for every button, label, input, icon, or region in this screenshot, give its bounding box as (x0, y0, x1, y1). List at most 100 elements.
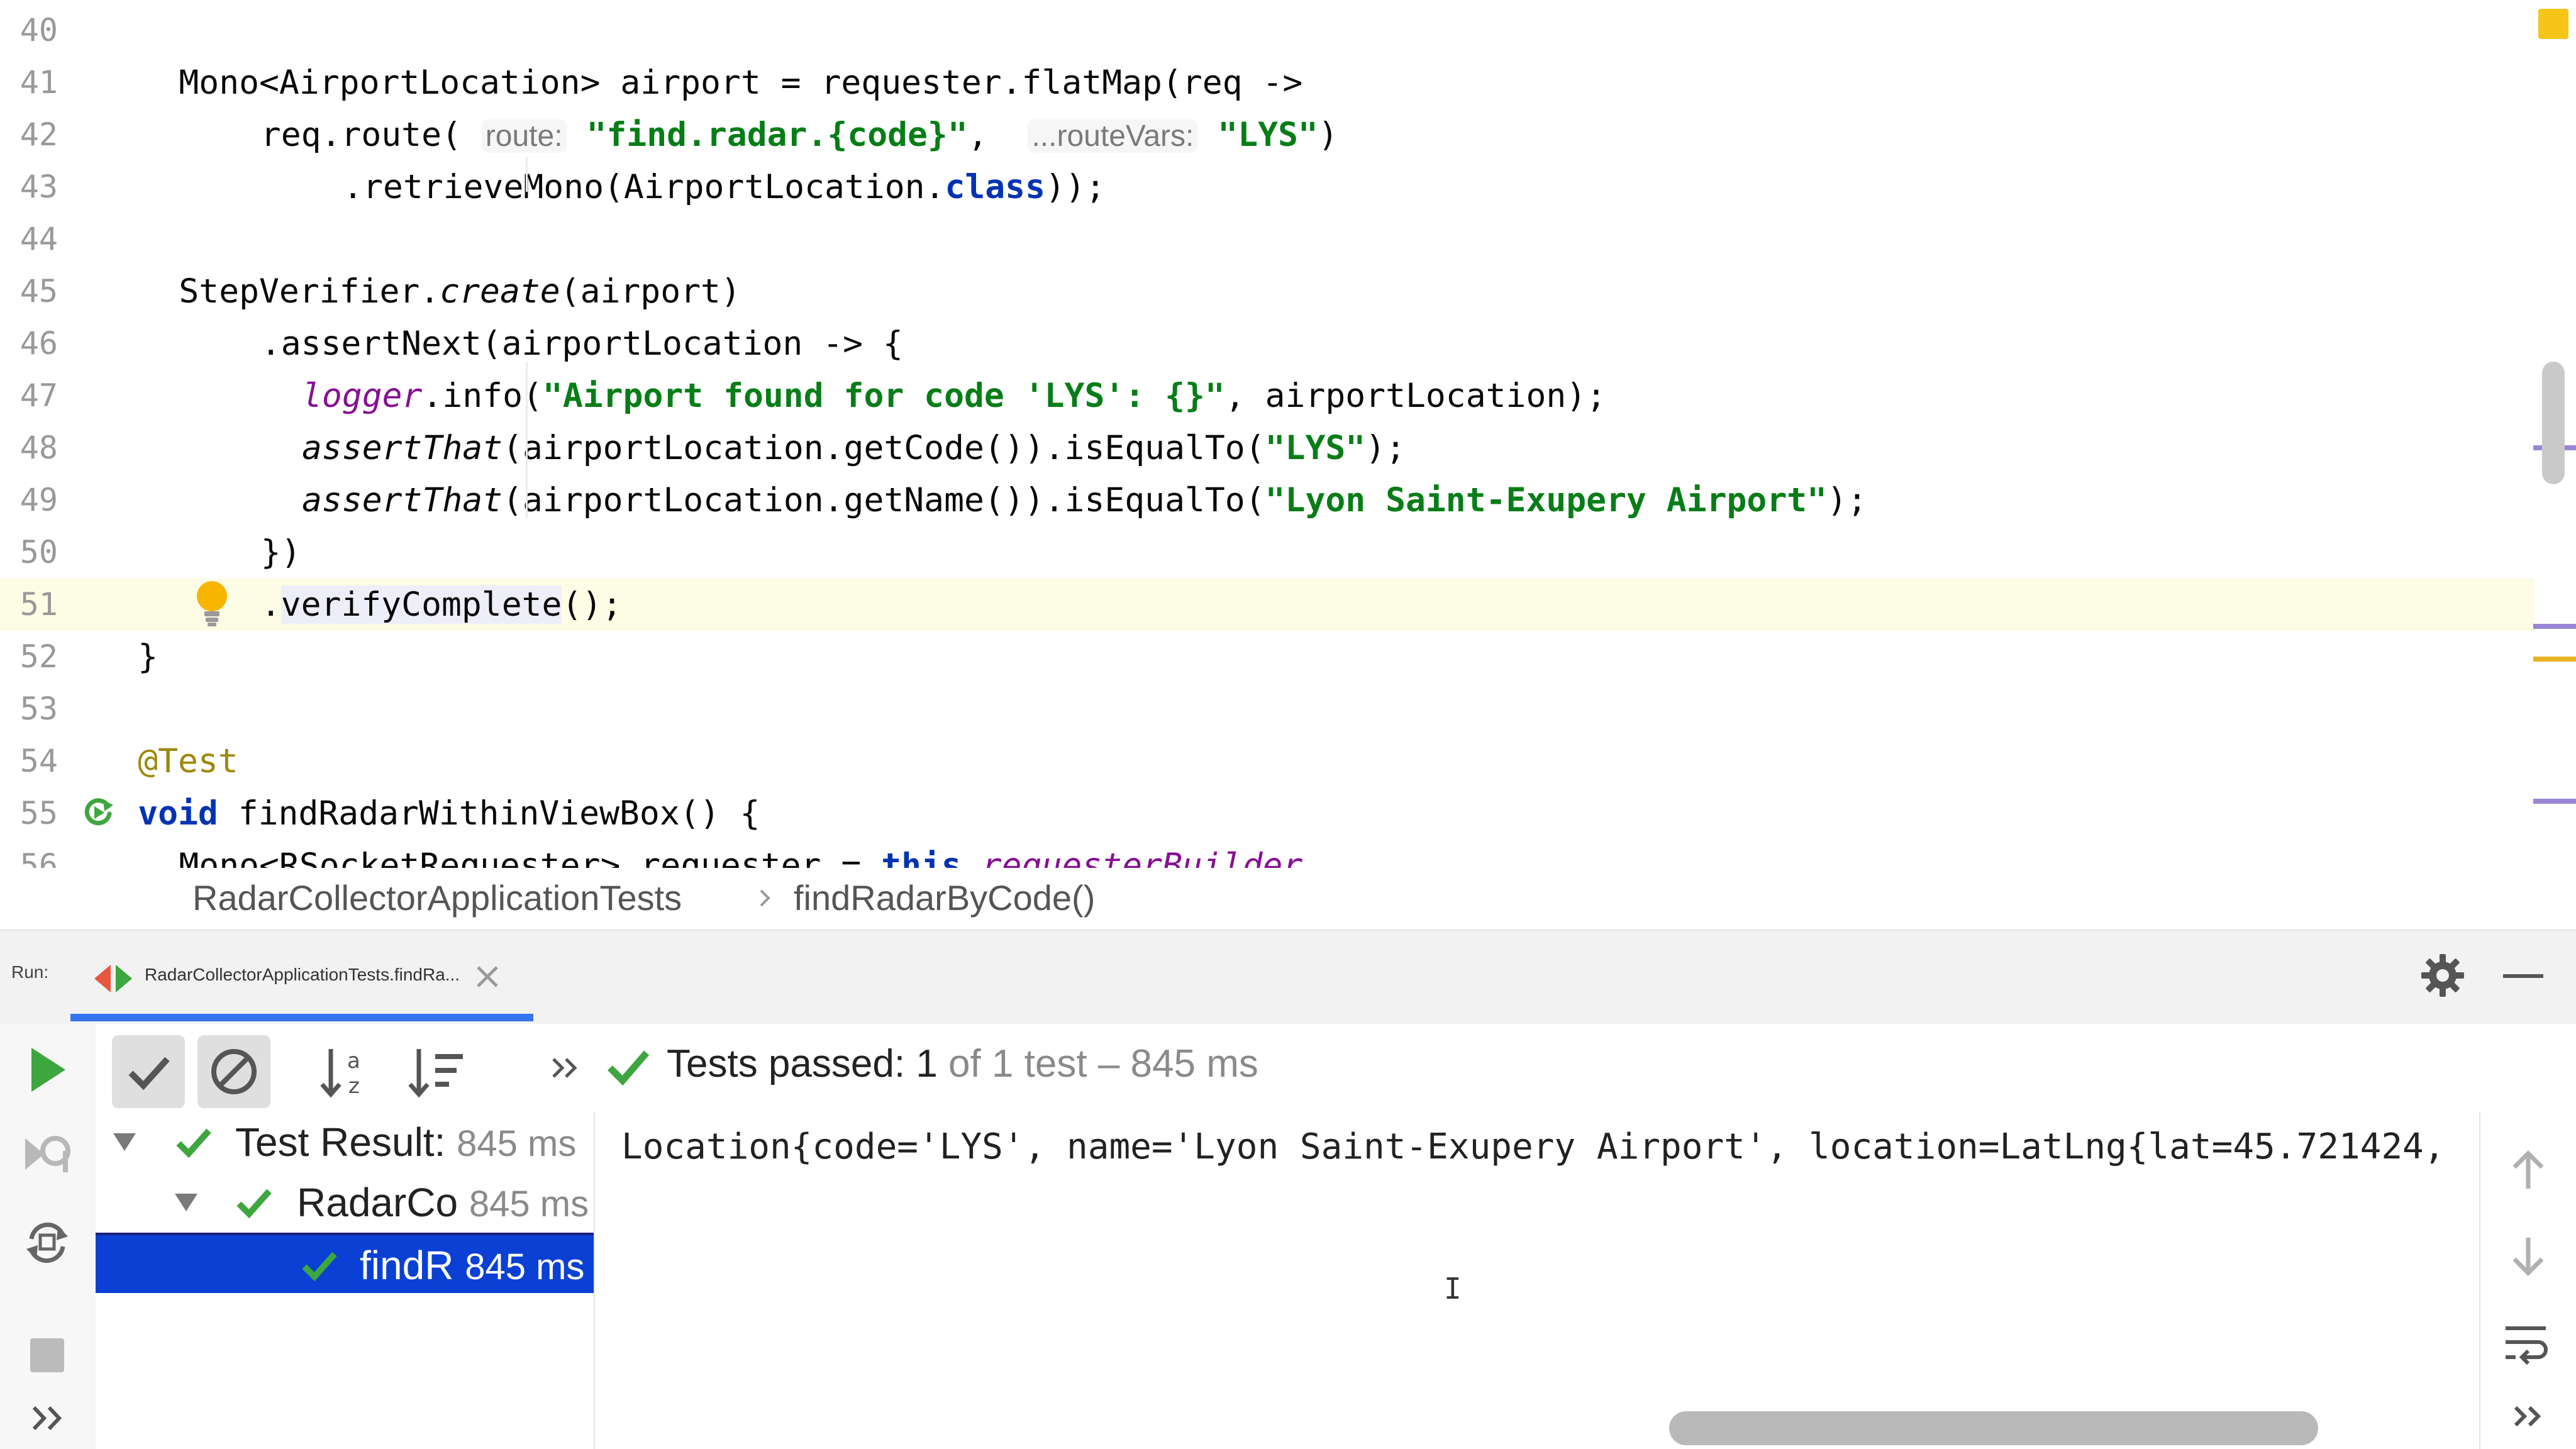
console-output[interactable]: Location{code='LYS', name='Lyon Saint-Ex… (621, 1121, 2470, 1174)
arrow-up-icon[interactable] (2503, 1145, 2553, 1195)
line-number[interactable]: 55 (0, 787, 58, 840)
stripe-marker[interactable] (2533, 624, 2576, 629)
test-tree[interactable]: Test Result: 845 ms RadarCo 845 ms findR… (96, 1112, 595, 1449)
show-ignored-button[interactable] (197, 1035, 270, 1108)
line-number[interactable]: 45 (0, 265, 58, 318)
code-line[interactable]: 45 StepVerifier.create(airport) (0, 265, 2534, 318)
tree-label[interactable]: findR 845 ms (360, 1235, 594, 1297)
code-token: Mono<AirportLocation> airport = requeste… (179, 64, 1303, 102)
line-number[interactable]: 40 (0, 4, 58, 57)
code-token: this (881, 847, 962, 868)
tree-label[interactable]: Test Result: 845 ms (235, 1112, 594, 1174)
line-number[interactable]: 52 (0, 631, 58, 683)
stripe-marker[interactable] (2533, 799, 2576, 804)
line-number[interactable]: 46 (0, 318, 58, 370)
soft-wrap-icon[interactable] (2501, 1317, 2551, 1367)
editor-vertical-scrollbar[interactable] (2542, 362, 2565, 484)
collapse-arrow-icon[interactable] (174, 1191, 199, 1214)
code-line[interactable]: 40 (0, 4, 2534, 57)
collapse-arrow-icon[interactable] (112, 1131, 137, 1153)
stop-icon[interactable] (19, 1327, 75, 1384)
line-number[interactable]: 43 (0, 161, 58, 213)
code-text[interactable]: assertThat(airportLocation.getName()).is… (302, 474, 1867, 526)
code-editor[interactable]: 40 41 Mono<AirportLocation> airport = requ… (0, 0, 2576, 868)
tree-row-class[interactable]: RadarCo 845 ms (96, 1172, 594, 1233)
code-line[interactable]: 41 Mono<AirportLocation> airport = reques… (0, 57, 2534, 109)
code-line[interactable]: 46 .assertNext(airportLocation -> { (0, 318, 2534, 370)
tree-row-method[interactable]: findR 845 ms (96, 1233, 594, 1293)
code-line[interactable]: 54 @Test (0, 735, 2534, 787)
code-text[interactable]: @Test (138, 735, 238, 787)
code-token: assertThat (302, 481, 503, 519)
tree-row-root[interactable]: Test Result: 845 ms (96, 1112, 594, 1172)
line-number[interactable]: 44 (0, 213, 58, 265)
line-number[interactable]: 53 (0, 683, 58, 735)
code-text[interactable]: .assertNext(airportLocation -> { (261, 318, 903, 370)
code-token: verifyComplete (280, 586, 562, 624)
close-icon[interactable] (473, 962, 502, 991)
code-text[interactable]: .retrieveMono(AirportLocation.class)); (343, 161, 1106, 213)
warning-indicator[interactable] (2538, 9, 2568, 39)
code-line[interactable]: 56 Mono<RSocketRequester> requester = thi… (0, 840, 2534, 868)
code-text[interactable]: logger.info("Airport found for code 'LYS… (302, 370, 1606, 422)
stripe-marker[interactable] (2533, 657, 2576, 662)
code-text[interactable]: }) (261, 526, 301, 579)
line-number[interactable]: 42 (0, 109, 58, 161)
code-line[interactable]: 55 void findRadarWithinViewBox() { (0, 787, 2534, 840)
code-text[interactable]: void findRadarWithinViewBox() { (138, 787, 760, 840)
code-line[interactable]: 47 logger.info("Airport found for code 'L… (0, 370, 2534, 422)
code-text[interactable]: Mono<RSocketRequester> requester = this.… (179, 840, 1302, 868)
svg-text:z: z (348, 1074, 360, 1099)
line-number[interactable]: 47 (0, 370, 58, 422)
code-line[interactable]: 49 assertThat(airportLocation.getName()).… (0, 474, 2534, 526)
code-text[interactable]: .verifyComplete(); (261, 579, 622, 631)
chevrons-right-icon[interactable] (19, 1390, 75, 1446)
code-text[interactable]: } (138, 631, 158, 683)
code-text[interactable]: req.route( route: "find.radar.{code}", .… (261, 109, 1338, 162)
line-number[interactable]: 48 (0, 422, 58, 474)
rerun-failed-icon[interactable] (19, 1126, 75, 1182)
line-number[interactable]: 54 (0, 735, 58, 787)
code-line[interactable]: 42 req.route( route: "find.radar.{code}",… (0, 109, 2534, 161)
code-text[interactable]: Mono<AirportLocation> airport = requeste… (179, 57, 1302, 109)
code-token: logger (302, 377, 423, 415)
toggle-auto-test-icon[interactable] (19, 1214, 75, 1270)
line-number[interactable]: 49 (0, 474, 58, 526)
sort-by-duration-button[interactable] (400, 1035, 473, 1108)
code-line[interactable]: 43 .retrieveMono(AirportLocation.class)); (0, 161, 2534, 213)
minimize-icon[interactable] (2503, 974, 2543, 978)
run-tab-title[interactable]: RadarCollectorApplicationTests.findRa... (145, 965, 460, 985)
code-text[interactable]: assertThat(airportLocation.getCode()).is… (302, 422, 1406, 474)
line-number[interactable]: 41 (0, 57, 58, 109)
code-token: "Lyon Saint-Exupery Airport" (1265, 481, 1828, 519)
code-line[interactable]: 50}) (0, 526, 2534, 579)
lightbulb-icon[interactable] (194, 580, 230, 628)
code-line[interactable]: 53 (0, 683, 2534, 735)
line-number[interactable]: 56 (0, 840, 58, 868)
breadcrumb-method[interactable]: findRadarByCode() (794, 873, 1095, 923)
run-gutter-icon[interactable] (80, 794, 116, 829)
console-horizontal-scrollbar[interactable] (1669, 1411, 2318, 1445)
code-line[interactable]: 51 .verifyComplete(); (0, 579, 2534, 631)
chevrons-right-icon[interactable] (2503, 1391, 2553, 1441)
line-number[interactable]: 51 (0, 579, 58, 631)
chevrons-right-icon[interactable] (546, 1049, 584, 1087)
tree-label[interactable]: RadarCo 845 ms (297, 1172, 594, 1235)
status-suffix: of 1 test – 845 ms (937, 1042, 1258, 1085)
check-icon (302, 1252, 337, 1282)
parameter-hint: ...routeVars: (1028, 119, 1198, 153)
show-passed-button[interactable] (112, 1035, 185, 1108)
code-token: (airportLocation.getName()).isEqualTo( (502, 481, 1265, 519)
code-line[interactable]: 52} (0, 631, 2534, 683)
arrow-down-icon[interactable] (2503, 1231, 2553, 1282)
sort-alphabetically-button[interactable]: a z (309, 1035, 382, 1108)
code-line[interactable]: 44 (0, 213, 2534, 265)
code-text[interactable]: StepVerifier.create(airport) (179, 265, 740, 318)
line-number[interactable]: 50 (0, 526, 58, 579)
tree-node-name: RadarCo (297, 1180, 458, 1225)
gear-icon[interactable] (2420, 953, 2465, 998)
code-line[interactable]: 48 assertThat(airportLocation.getCode()).… (0, 422, 2534, 474)
play-icon[interactable] (19, 1041, 75, 1098)
breadcrumb-class[interactable]: RadarCollectorApplicationTests (192, 873, 682, 923)
